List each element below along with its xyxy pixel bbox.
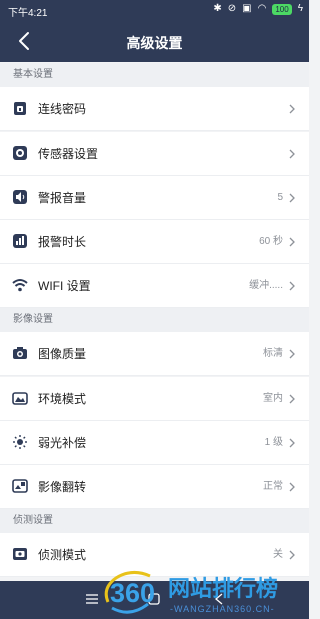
page-title: 高级设置: [126, 35, 183, 51]
app-header: 下午4:21 ✱ ⊘ ▣ ◠ 100 ϟ 高级设置: [0, 0, 309, 62]
chevron-right-icon: [289, 104, 295, 114]
wifi-icon: [12, 279, 28, 292]
row-label: WIFI 设置: [38, 279, 91, 293]
watermark-logo: 360 网站排行榜 -WANGZHAN360.CN-: [104, 571, 278, 614]
row-value: 60 秒: [259, 236, 283, 247]
detection-icon: [13, 548, 27, 560]
sim-icon: ▣: [242, 3, 252, 14]
menu-icon[interactable]: [86, 594, 98, 604]
camera-icon: [13, 347, 27, 359]
watermark: 360 网站排行榜 -WANGZHAN360.CN-: [102, 566, 307, 618]
row-value: 正常: [263, 481, 283, 492]
row-value: 室内: [263, 393, 283, 404]
bluetooth-icon: ✱: [213, 3, 222, 14]
settings-row-sensor[interactable]: 传感器设置: [0, 132, 309, 176]
chevron-right-icon: [289, 394, 295, 404]
status-icons: ✱ ⊘ ▣ ◠ 100 ϟ: [213, 3, 303, 15]
watermark-url: -WANGZHAN360.CN-: [170, 604, 275, 614]
title-bar: 高级设置: [0, 22, 309, 60]
sensor-icon: [13, 146, 27, 160]
row-label: 警报音量: [38, 191, 87, 205]
chevron-right-icon: [289, 237, 295, 247]
low-light-icon: [13, 435, 27, 449]
row-label: 弱光补偿: [38, 436, 87, 450]
wifi-status-icon: ◠: [257, 3, 267, 14]
status-bar: 下午4:21 ✱ ⊘ ▣ ◠ 100 ϟ: [0, 0, 309, 20]
chevron-right-icon: [289, 438, 295, 448]
row-label: 侦测模式: [38, 548, 87, 562]
chevron-right-icon: [289, 149, 295, 159]
row-label: 环境模式: [38, 392, 87, 406]
chevron-right-icon: [289, 349, 295, 359]
row-label: 图像质量: [38, 347, 87, 361]
chevron-right-icon: [289, 482, 295, 492]
row-label: 影像翻转: [38, 480, 87, 494]
row-value: 1 级: [264, 437, 283, 448]
environment-icon: [12, 392, 28, 405]
status-time: 下午4:21: [8, 8, 48, 19]
chevron-right-icon: [289, 281, 295, 291]
alarm-duration-icon: [13, 234, 27, 248]
row-value: 标清: [263, 348, 283, 359]
row-label: 连线密码: [38, 102, 87, 116]
chevron-right-icon: [289, 193, 295, 203]
mute-icon: ⊘: [227, 3, 237, 14]
chevron-right-icon: [289, 550, 295, 560]
settings-row-alarm-duration[interactable]: 报警时长 60 秒: [0, 220, 309, 264]
settings-row-low-light[interactable]: 弱光补偿 1 级: [0, 421, 309, 465]
settings-row-environment-mode[interactable]: 环境模式 室内: [0, 377, 309, 421]
flip-icon: [12, 479, 28, 493]
settings-row-image-quality[interactable]: 图像质量 标清: [0, 332, 309, 376]
battery-icon: 100: [272, 3, 292, 15]
row-label: 报警时长: [38, 235, 87, 249]
settings-row-image-flip[interactable]: 影像翻转 正常: [0, 465, 309, 509]
settings-row-alarm-volume[interactable]: 警报音量 5: [0, 176, 309, 220]
watermark-brand: 网站排行榜: [168, 576, 278, 602]
section-header-basic: 基本设置: [0, 63, 309, 87]
settings-row-connection-password[interactable]: 连线密码: [0, 87, 309, 131]
settings-row-wifi[interactable]: WIFI 设置 缓冲.....: [0, 264, 309, 308]
row-label: 传感器设置: [38, 147, 99, 161]
volume-icon: [13, 190, 27, 204]
watermark-logo-text: 360: [110, 578, 155, 608]
section-header-image: 影像设置: [0, 308, 309, 332]
row-value: 缓冲.....: [249, 280, 283, 291]
lock-icon: [14, 102, 26, 115]
section-header-detection: 侦测设置: [0, 509, 309, 533]
row-value: 5: [277, 192, 283, 203]
charging-icon: ϟ: [297, 3, 303, 14]
